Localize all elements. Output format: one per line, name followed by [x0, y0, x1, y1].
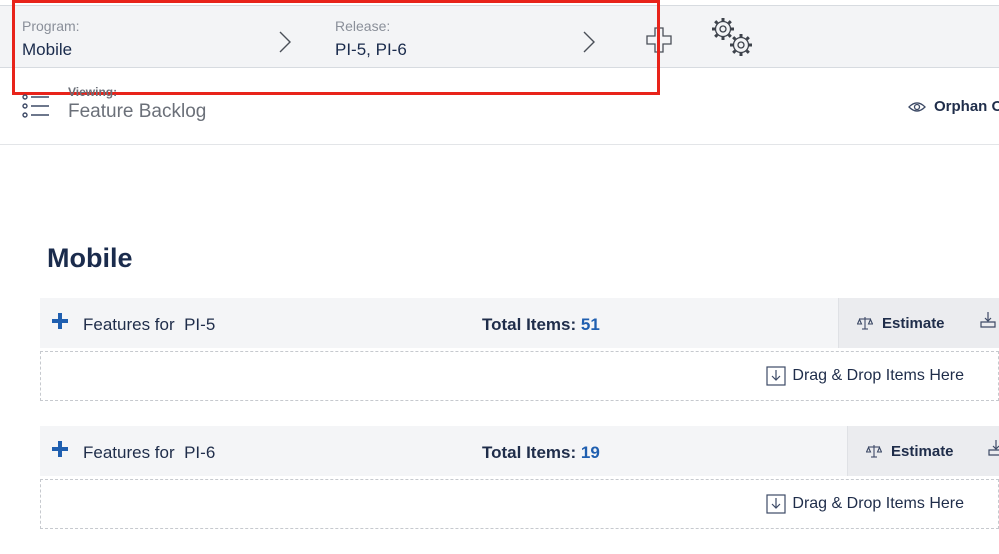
eye-icon	[908, 101, 926, 112]
drop-in-icon	[766, 494, 786, 514]
program-selector[interactable]: Program: Mobile	[22, 18, 80, 60]
download-icon[interactable]	[988, 440, 999, 456]
view-bar: Viewing: Feature Backlog Orphan O	[0, 69, 999, 145]
drop-zone[interactable]: Drag & Drop Items Here	[40, 479, 999, 529]
estimate-label: Estimate	[882, 314, 945, 332]
program-label: Program:	[22, 18, 80, 34]
drop-label: Drag & Drop Items Here	[792, 367, 964, 384]
section-header: Features for PI-5 Total Items: 51 Estima…	[40, 298, 999, 348]
context-bar: Program: Mobile Release: PI-5, PI-6	[0, 5, 999, 68]
drop-in-icon	[766, 366, 786, 386]
program-value: Mobile	[22, 40, 73, 59]
orphan-label: Orphan O	[934, 98, 999, 115]
download-icon[interactable]	[980, 312, 996, 328]
program-title: Mobile	[47, 243, 133, 273]
section-title: Features for PI-6	[83, 443, 216, 462]
total-items-label: Total Items:	[482, 443, 577, 462]
total-items-count: 51	[580, 315, 600, 334]
scale-icon	[857, 317, 873, 330]
chevron-right-icon[interactable]	[582, 30, 596, 54]
chevron-right-icon[interactable]	[278, 30, 292, 54]
release-value: PI-5, PI-6	[335, 40, 407, 59]
total-items: Total Items: 19	[482, 443, 600, 463]
orphan-toggle[interactable]: Orphan O	[908, 98, 999, 115]
total-items-count: 19	[580, 443, 600, 462]
drop-label: Drag & Drop Items Here	[792, 495, 964, 512]
drop-hint: Drag & Drop Items Here	[766, 494, 964, 514]
estimate-label: Estimate	[891, 442, 954, 460]
add-context-icon[interactable]	[646, 27, 672, 53]
release-selector[interactable]: Release: PI-5, PI-6	[335, 18, 407, 60]
list-icon[interactable]	[22, 94, 50, 118]
scale-icon	[866, 445, 882, 458]
settings-gears-icon[interactable]	[710, 16, 756, 58]
add-feature-icon[interactable]	[52, 313, 68, 329]
section-header: Features for PI-6 Total Items: 19 Estima…	[40, 426, 999, 476]
section-title: Features for PI-5	[83, 315, 216, 334]
drop-hint: Drag & Drop Items Here	[766, 366, 964, 386]
add-feature-icon[interactable]	[52, 441, 68, 457]
release-label: Release:	[335, 18, 391, 34]
total-items-label: Total Items:	[482, 315, 577, 334]
drop-zone[interactable]: Drag & Drop Items Here	[40, 351, 999, 401]
view-selector[interactable]: Feature Backlog	[68, 101, 206, 123]
total-items: Total Items: 51	[482, 315, 600, 335]
viewing-label: Viewing:	[68, 85, 118, 99]
estimate-button[interactable]: Estimate	[838, 298, 999, 348]
estimate-button[interactable]: Estimate	[847, 426, 999, 476]
